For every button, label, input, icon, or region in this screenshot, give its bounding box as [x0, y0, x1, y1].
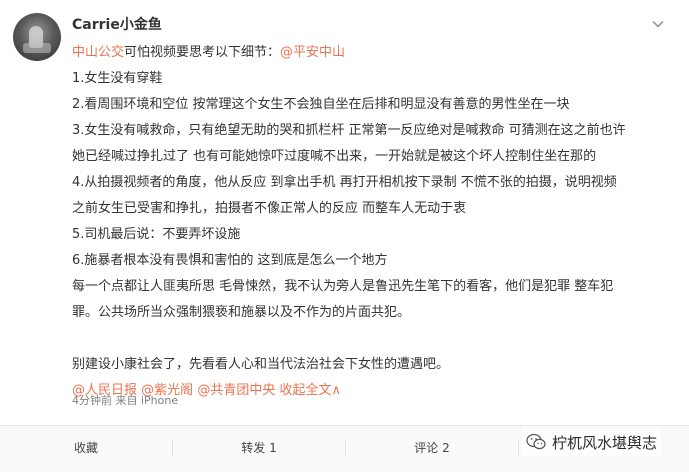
post-link[interactable]: ∧ [331, 383, 341, 398]
post-text: 别建设小康社会了，先看看人心和当代法治社会下女性的遭遇吧。 [72, 357, 450, 372]
weibo-post-card: Carrie小金鱼 中山公交可怕视频要思考以下细节：@平安中山 1.女生没有穿鞋 2… [0, 0, 689, 472]
comment-button[interactable]: 评论 2 [346, 426, 518, 472]
post-text-line: 中山公交可怕视频要思考以下细节：@平安中山 [72, 40, 672, 66]
post-text: 6.施暴者根本没有畏惧和害怕的 这到底是怎么一个地方 [72, 253, 388, 268]
watermark: 柠杌风水堪舆志 [522, 428, 662, 456]
watermark-text: 柠杌风水堪舆志 [552, 433, 658, 452]
post-text: 每一个点都让人匪夷所思 毛骨悚然，我不认为旁人是鲁迅先生笔下的看客，他们是犯罪 … [72, 279, 614, 294]
post-text-line: 1.女生没有穿鞋 [72, 66, 672, 92]
post-text: 可怕视频要思考以下细节： [124, 45, 281, 60]
post-text-line: 她已经喊过挣扎过了 也有可能她惊吓过度喊不出来，一开始就是被这个坏人控制住坐在那… [72, 144, 672, 170]
post-text: 之前女生已受害和挣扎，拍摄者不像正常人的反应 而整车人无动于衷 [72, 201, 467, 216]
post-link[interactable]: @平安中山 [280, 45, 345, 60]
post-text: 罪。公共场所当众强制猥亵和施暴以及不作为的片面共犯。 [72, 305, 411, 320]
post-text-line: 6.施暴者根本没有畏惧和害怕的 这到底是怎么一个地方 [72, 248, 672, 274]
post-text: 3.女生没有喊救命，只有绝望无助的哭和抓栏杆 正常第一反应绝对是喊救命 可猜测在… [72, 123, 626, 138]
chevron-down-icon[interactable] [652, 18, 664, 30]
post-text-line [72, 326, 672, 352]
post-text: 4.从拍摄视频者的角度，他从反应 到拿出手机 再打开相机按下录制 不慌不张的拍摄… [72, 175, 617, 190]
username[interactable]: Carrie小金鱼 [72, 14, 162, 34]
post-text-line: 之前女生已受害和挣扎，拍摄者不像正常人的反应 而整车人无动于衷 [72, 196, 672, 222]
repost-button[interactable]: 转发 1 [173, 426, 345, 472]
post-text-line: 2.看周围环境和空位 按常理这个女生不会独自坐在后排和明显没有善意的男性坐在一块 [72, 92, 672, 118]
post-text: 5.司机最后说：不要弄坏设施 [72, 227, 241, 242]
wechat-icon [526, 433, 546, 450]
post-text: 2.看周围环境和空位 按常理这个女生不会独自坐在后排和明显没有善意的男性坐在一块 [72, 97, 570, 112]
post-text-line: 3.女生没有喊救命，只有绝望无助的哭和抓栏杆 正常第一反应绝对是喊救命 可猜测在… [72, 118, 672, 144]
post-text-line: 4.从拍摄视频者的角度，他从反应 到拿出手机 再打开相机按下录制 不慌不张的拍摄… [72, 170, 672, 196]
post-text: 1.女生没有穿鞋 [72, 71, 163, 86]
favorite-button[interactable]: 收藏 [0, 426, 172, 472]
divider [518, 439, 519, 457]
post-text-line: 每一个点都让人匪夷所思 毛骨悚然，我不认为旁人是鲁迅先生笔下的看客，他们是犯罪 … [72, 274, 672, 300]
avatar-figure-base [23, 43, 51, 53]
post-time-source: 4分钟前 来自 iPhone [72, 394, 179, 407]
post-text-line: 别建设小康社会了，先看看人心和当代法治社会下女性的遭遇吧。 [72, 352, 672, 378]
post-text-line: 罪。公共场所当众强制猥亵和施暴以及不作为的片面共犯。 [72, 300, 672, 326]
post-link[interactable]: 中山公交 [72, 45, 124, 60]
post-content: 中山公交可怕视频要思考以下细节：@平安中山 1.女生没有穿鞋 2.看周围环境和空位 … [72, 40, 672, 404]
post-text-line: 5.司机最后说：不要弄坏设施 [72, 222, 672, 248]
post-text: 她已经喊过挣扎过了 也有可能她惊吓过度喊不出来，一开始就是被这个坏人控制住坐在那… [72, 149, 597, 164]
post-link[interactable]: 收起全文 [279, 383, 331, 398]
avatar[interactable] [13, 13, 61, 61]
post-link[interactable]: @共青团中央 [197, 383, 275, 398]
